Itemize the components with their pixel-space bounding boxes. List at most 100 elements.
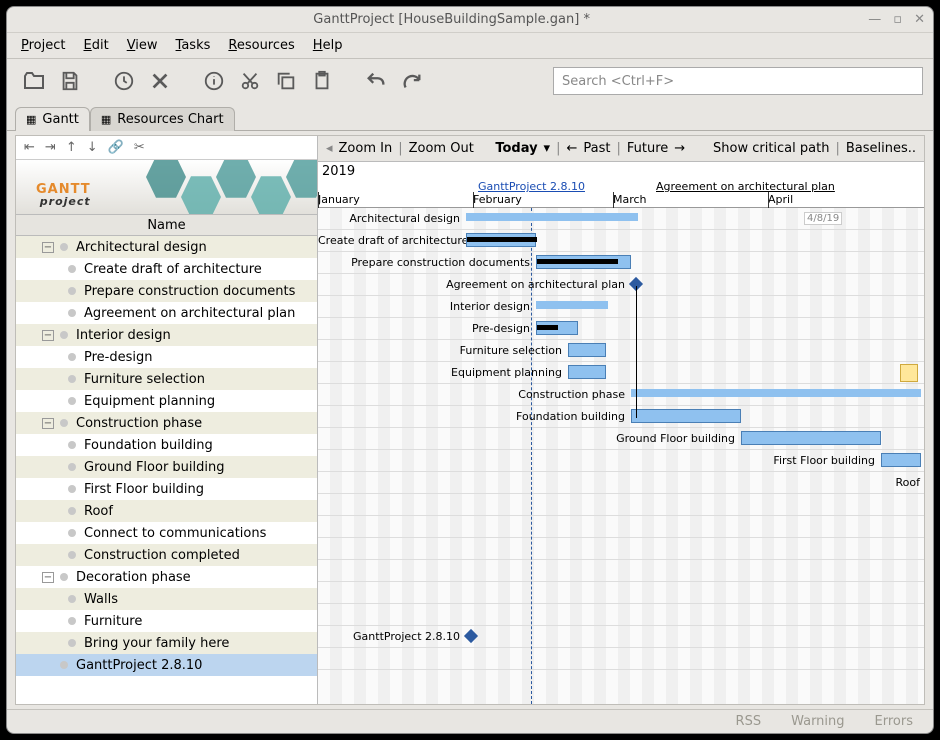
critical-path-button[interactable]: Show critical path	[713, 141, 829, 156]
bar-label: GanttProject 2.8.10	[318, 630, 460, 643]
gantt-bar[interactable]	[568, 365, 606, 379]
chart-toolbar: ◂ Zoom In | Zoom Out Today▾ | ←Past | Fu…	[318, 136, 924, 162]
bar-label: Agreement on architectural plan	[318, 278, 625, 291]
milestone-link[interactable]: GanttProject 2.8.10	[478, 180, 585, 193]
task-row[interactable]: − Construction phase	[16, 412, 317, 434]
close-button[interactable]: ✕	[914, 12, 925, 27]
gantt-canvas[interactable]: 4/8/19Architectural designCreate draft o…	[318, 208, 924, 704]
note-icon[interactable]	[900, 364, 918, 382]
task-row[interactable]: Pre-design	[16, 346, 317, 368]
menu-help[interactable]: Help	[313, 38, 343, 53]
task-row[interactable]: − Interior design	[16, 324, 317, 346]
task-row[interactable]: Walls	[16, 588, 317, 610]
task-row[interactable]: Connect to communications	[16, 522, 317, 544]
task-label: Create draft of architecture	[84, 262, 262, 277]
future-button[interactable]: Future	[627, 141, 668, 156]
task-label: First Floor building	[84, 482, 204, 497]
task-row[interactable]: GanttProject 2.8.10	[16, 654, 317, 676]
paste-icon[interactable]	[305, 64, 339, 98]
maximize-button[interactable]: ▫	[893, 12, 902, 27]
task-row[interactable]: Construction completed	[16, 544, 317, 566]
task-label: Furniture	[84, 614, 142, 629]
menu-tasks[interactable]: Tasks	[176, 38, 211, 53]
status-errors[interactable]: Errors	[875, 714, 913, 729]
tree-toolbar: ⇤ ⇥ ↑ ↓ 🔗 ✂	[16, 136, 317, 160]
outdent-icon[interactable]: ⇤	[24, 140, 35, 155]
task-row[interactable]: Equipment planning	[16, 390, 317, 412]
info-icon[interactable]	[197, 64, 231, 98]
redo-icon[interactable]	[395, 64, 429, 98]
menu-view[interactable]: View	[127, 38, 158, 53]
gantt-bar[interactable]	[466, 233, 536, 247]
task-row[interactable]: Furniture	[16, 610, 317, 632]
indent-icon[interactable]: ⇥	[45, 140, 56, 155]
task-label: Equipment planning	[84, 394, 215, 409]
task-row[interactable]: Foundation building	[16, 434, 317, 456]
task-row[interactable]: Furniture selection	[16, 368, 317, 390]
task-tree[interactable]: − Architectural design Create draft of arc…	[16, 236, 317, 704]
gantt-bar[interactable]	[466, 213, 638, 221]
timeline-header[interactable]: 2019 JanuaryFebruaryMarchAprilGanttProje…	[318, 162, 924, 208]
task-row[interactable]: Prepare construction documents	[16, 280, 317, 302]
unlink-icon[interactable]: ✂	[134, 140, 145, 155]
task-row[interactable]: Agreement on architectural plan	[16, 302, 317, 324]
cut-icon[interactable]	[233, 64, 267, 98]
task-label: Construction phase	[76, 416, 202, 431]
task-row[interactable]: Bring your family here	[16, 632, 317, 654]
gantt-bar[interactable]	[536, 301, 608, 309]
task-row[interactable]: Ground Floor building	[16, 456, 317, 478]
task-label: Furniture selection	[84, 372, 205, 387]
task-label: Construction completed	[84, 548, 240, 563]
gantt-bar[interactable]	[881, 453, 921, 467]
gantt-bar[interactable]	[741, 431, 881, 445]
tab-gantt[interactable]: ▦ Gantt	[15, 107, 90, 131]
status-warning[interactable]: Warning	[791, 714, 844, 729]
past-button[interactable]: Past	[583, 141, 610, 156]
task-label: Architectural design	[76, 240, 207, 255]
task-row[interactable]: First Floor building	[16, 478, 317, 500]
menu-edit[interactable]: Edit	[84, 38, 109, 53]
gantt-bar[interactable]	[536, 321, 578, 335]
clock-icon[interactable]	[107, 64, 141, 98]
gantt-bar[interactable]	[536, 255, 631, 269]
gantt-bar[interactable]	[631, 409, 741, 423]
status-rss[interactable]: RSS	[736, 714, 762, 729]
task-row[interactable]: Create draft of architecture	[16, 258, 317, 280]
search-input[interactable]: Search <Ctrl+F>	[553, 67, 923, 95]
undo-icon[interactable]	[359, 64, 393, 98]
today-button[interactable]: Today	[495, 141, 537, 156]
task-row[interactable]: −Decoration phase	[16, 566, 317, 588]
gantt-bar[interactable]	[568, 343, 606, 357]
menu-project[interactable]: Project	[21, 38, 66, 53]
expander-icon[interactable]: −	[42, 330, 54, 341]
bar-label: Ground Floor building	[318, 432, 735, 445]
task-label: Prepare construction documents	[84, 284, 295, 299]
save-icon[interactable]	[53, 64, 87, 98]
link-icon[interactable]: 🔗	[108, 140, 124, 155]
baselines-button[interactable]: Baselines..	[846, 141, 916, 156]
task-label: Roof	[84, 504, 113, 519]
bar-label: Pre-design	[318, 322, 530, 335]
menubar: Project Edit View Tasks Resources Help	[7, 33, 933, 59]
main-toolbar: Search <Ctrl+F>	[7, 59, 933, 103]
tab-resources-chart[interactable]: ▦ Resources Chart	[90, 107, 235, 131]
menu-resources[interactable]: Resources	[228, 38, 294, 53]
movedown-icon[interactable]: ↓	[87, 140, 98, 155]
task-label: Interior design	[76, 328, 171, 343]
delete-icon[interactable]	[143, 64, 177, 98]
copy-icon[interactable]	[269, 64, 303, 98]
expander-icon[interactable]: −	[42, 572, 54, 583]
minimize-button[interactable]: —	[868, 12, 881, 27]
zoom-in-button[interactable]: Zoom In	[339, 141, 393, 156]
column-header-name[interactable]: Name	[16, 214, 317, 236]
titlebar: GanttProject [HouseBuildingSample.gan] *…	[7, 7, 933, 33]
moveup-icon[interactable]: ↑	[66, 140, 77, 155]
task-row[interactable]: − Architectural design	[16, 236, 317, 258]
gantt-bar[interactable]	[631, 389, 921, 397]
expander-icon[interactable]: −	[42, 418, 54, 429]
zoom-out-button[interactable]: Zoom Out	[409, 141, 474, 156]
bar-label: Prepare construction documents	[318, 256, 530, 269]
task-row[interactable]: Roof	[16, 500, 317, 522]
expander-icon[interactable]: −	[42, 242, 54, 253]
open-icon[interactable]	[17, 64, 51, 98]
